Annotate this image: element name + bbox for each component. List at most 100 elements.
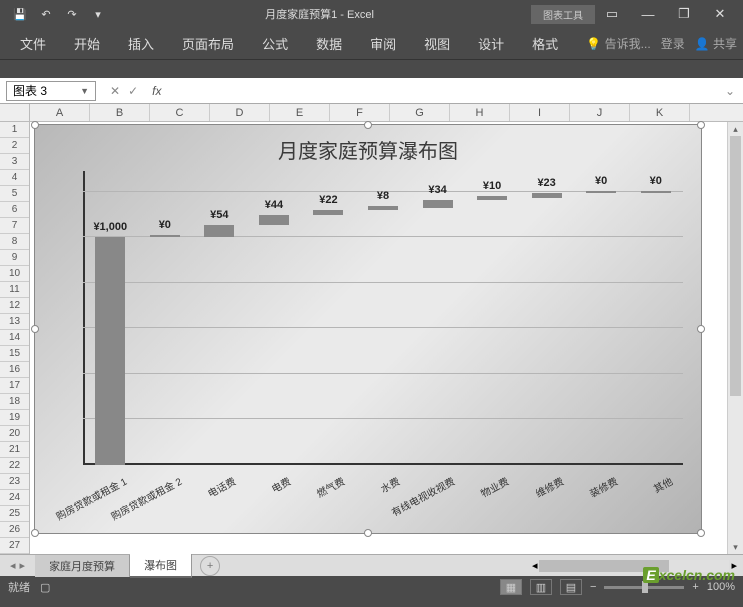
chart-title[interactable]: 月度家庭预算瀑布图 (35, 125, 701, 174)
row-header[interactable]: 15 (0, 346, 29, 362)
enter-formula-icon[interactable]: ✓ (128, 84, 138, 98)
signin-link[interactable]: 登录 (661, 35, 685, 52)
chart-bar[interactable] (150, 235, 180, 237)
chart-bar[interactable] (204, 225, 234, 237)
view-normal-icon[interactable]: ▦ (500, 579, 522, 595)
column-header[interactable]: C (150, 104, 210, 121)
chart-object[interactable]: 月度家庭预算瀑布图 ¥1,000¥0¥54¥44¥22¥8¥34¥10¥23¥0… (34, 124, 702, 534)
row-header[interactable]: 18 (0, 394, 29, 410)
column-header[interactable]: D (210, 104, 270, 121)
row-header[interactable]: 1 (0, 122, 29, 138)
redo-icon[interactable]: ↷ (62, 4, 82, 24)
row-header[interactable]: 7 (0, 218, 29, 234)
zoom-slider[interactable] (604, 586, 684, 589)
row-header[interactable]: 6 (0, 202, 29, 218)
tab-review[interactable]: 审阅 (356, 28, 410, 59)
row-header[interactable]: 20 (0, 426, 29, 442)
row-header[interactable]: 12 (0, 298, 29, 314)
column-header[interactable]: F (330, 104, 390, 121)
chart-bar[interactable] (641, 191, 671, 193)
scroll-left-icon[interactable]: ◂ (532, 559, 538, 572)
save-icon[interactable]: 💾 (10, 4, 30, 24)
tab-design[interactable]: 设计 (464, 28, 518, 59)
tell-me-search[interactable]: 💡 告诉我... (586, 35, 650, 52)
select-all-cell[interactable] (0, 104, 29, 122)
row-header[interactable]: 13 (0, 314, 29, 330)
sheet-tab-waterfall[interactable]: 瀑布图 (130, 554, 192, 578)
row-header[interactable]: 2 (0, 138, 29, 154)
column-header[interactable]: G (390, 104, 450, 121)
formula-input[interactable] (167, 81, 716, 101)
tab-view[interactable]: 视图 (410, 28, 464, 59)
column-header[interactable]: I (510, 104, 570, 121)
column-header[interactable]: E (270, 104, 330, 121)
column-header[interactable]: B (90, 104, 150, 121)
vertical-scrollbar[interactable]: ▴ ▾ (727, 122, 743, 554)
name-box[interactable]: 图表 3 ▼ (6, 81, 96, 101)
chart-bar[interactable] (532, 193, 562, 198)
close-icon[interactable]: ✕ (703, 3, 737, 25)
minimize-icon[interactable]: — (631, 3, 665, 25)
chart-bar[interactable] (313, 210, 343, 215)
tab-home[interactable]: 开始 (60, 28, 114, 59)
resize-handle[interactable] (697, 529, 705, 537)
tab-insert[interactable]: 插入 (114, 28, 168, 59)
resize-handle[interactable] (364, 529, 372, 537)
expand-formula-bar-icon[interactable]: ⌄ (717, 84, 743, 98)
restore-icon[interactable]: ❐ (667, 3, 701, 25)
chart-bar[interactable] (259, 215, 289, 225)
row-header[interactable]: 26 (0, 522, 29, 538)
row-header[interactable]: 22 (0, 458, 29, 474)
view-page-layout-icon[interactable]: ▥ (530, 579, 552, 595)
sheet-tab-budget[interactable]: 家庭月度预算 (35, 555, 130, 577)
row-header[interactable]: 23 (0, 474, 29, 490)
resize-handle[interactable] (31, 325, 39, 333)
scrollbar-thumb[interactable] (730, 136, 741, 396)
scroll-up-icon[interactable]: ▴ (728, 122, 743, 136)
scroll-down-icon[interactable]: ▾ (728, 540, 743, 554)
chart-bar[interactable] (477, 196, 507, 200)
row-header[interactable]: 9 (0, 250, 29, 266)
add-sheet-button[interactable]: + (200, 556, 220, 576)
chart-bar[interactable] (95, 237, 125, 465)
ribbon-display-options-icon[interactable]: ▭ (595, 3, 629, 25)
column-header[interactable]: H (450, 104, 510, 121)
tab-formulas[interactable]: 公式 (248, 28, 302, 59)
tab-nav-next-icon[interactable]: ▸ (20, 559, 26, 572)
tab-format[interactable]: 格式 (518, 28, 572, 59)
macro-record-icon[interactable]: ▢ (40, 581, 50, 594)
chart-bar[interactable] (586, 191, 616, 193)
row-header[interactable]: 14 (0, 330, 29, 346)
chart-bar[interactable] (423, 200, 453, 208)
row-header[interactable]: 10 (0, 266, 29, 282)
chart-plot-area[interactable]: ¥1,000¥0¥54¥44¥22¥8¥34¥10¥23¥0¥0 (83, 171, 683, 465)
row-header[interactable]: 19 (0, 410, 29, 426)
row-header[interactable]: 3 (0, 154, 29, 170)
resize-handle[interactable] (697, 325, 705, 333)
undo-icon[interactable]: ↶ (36, 4, 56, 24)
tab-nav-prev-icon[interactable]: ◂ (10, 559, 16, 572)
tab-file[interactable]: 文件 (6, 28, 60, 59)
row-header[interactable]: 17 (0, 378, 29, 394)
cancel-formula-icon[interactable]: ✕ (110, 84, 120, 98)
resize-handle[interactable] (364, 121, 372, 129)
share-button[interactable]: 👤 共享 (695, 35, 737, 52)
row-header[interactable]: 4 (0, 170, 29, 186)
zoom-out-icon[interactable]: − (590, 581, 596, 593)
row-header[interactable]: 24 (0, 490, 29, 506)
tab-data[interactable]: 数据 (302, 28, 356, 59)
row-header[interactable]: 16 (0, 362, 29, 378)
fx-icon[interactable]: fx (146, 84, 167, 98)
column-header[interactable]: J (570, 104, 630, 121)
view-page-break-icon[interactable]: ▤ (560, 579, 582, 595)
resize-handle[interactable] (697, 121, 705, 129)
resize-handle[interactable] (31, 529, 39, 537)
row-header[interactable]: 5 (0, 186, 29, 202)
row-header[interactable]: 27 (0, 538, 29, 554)
column-header[interactable]: K (630, 104, 690, 121)
column-header[interactable]: A (30, 104, 90, 121)
chevron-down-icon[interactable]: ▼ (80, 86, 89, 96)
chart-bar[interactable] (368, 206, 398, 210)
row-header[interactable]: 21 (0, 442, 29, 458)
row-header[interactable]: 25 (0, 506, 29, 522)
